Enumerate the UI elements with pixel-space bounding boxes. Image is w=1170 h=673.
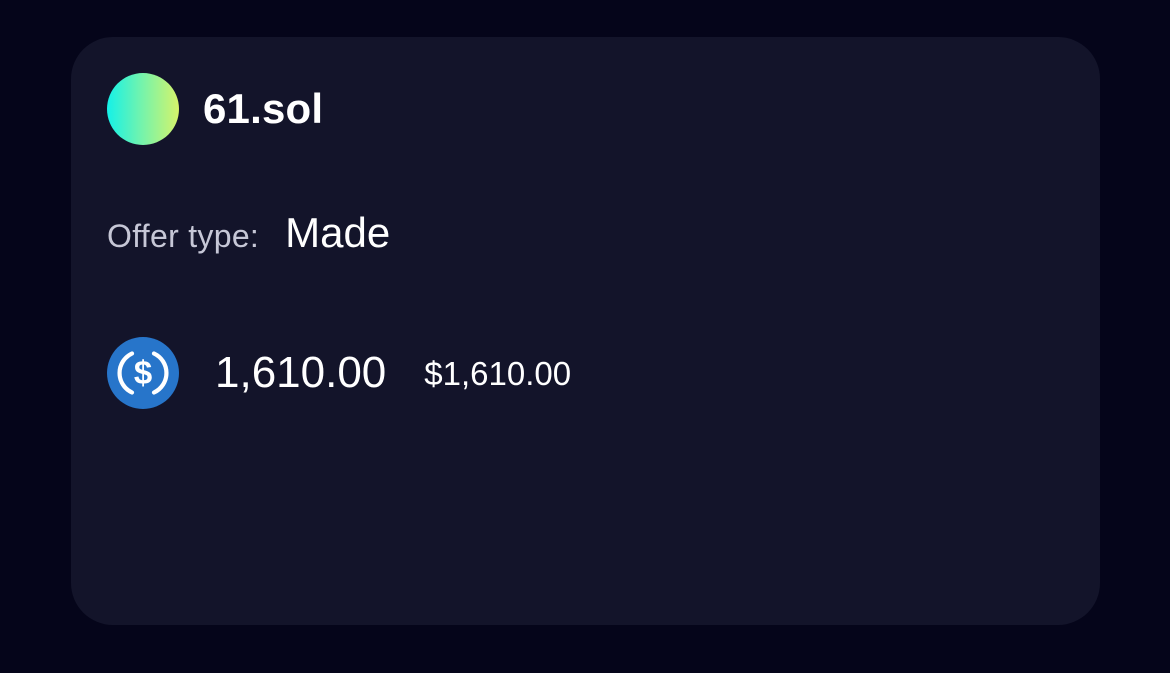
price-amount: 1,610.00: [215, 348, 387, 397]
domain-avatar: [107, 73, 179, 145]
offer-type-row: Offer type: Made: [107, 209, 390, 257]
svg-text:$: $: [134, 354, 152, 391]
offer-type-value: Made: [285, 209, 391, 256]
domain-row: 61.sol: [107, 73, 323, 145]
usdc-icon: $: [107, 337, 179, 409]
domain-name: 61.sol: [203, 85, 324, 132]
price-row: $ 1,610.00 $1,610.00: [107, 337, 571, 409]
offer-card: 61.sol Offer type: Made $ 1,610.00 $1,61…: [71, 37, 1100, 625]
offer-type-label: Offer type:: [107, 218, 260, 254]
price-usd-value: $1,610.00: [424, 354, 572, 392]
